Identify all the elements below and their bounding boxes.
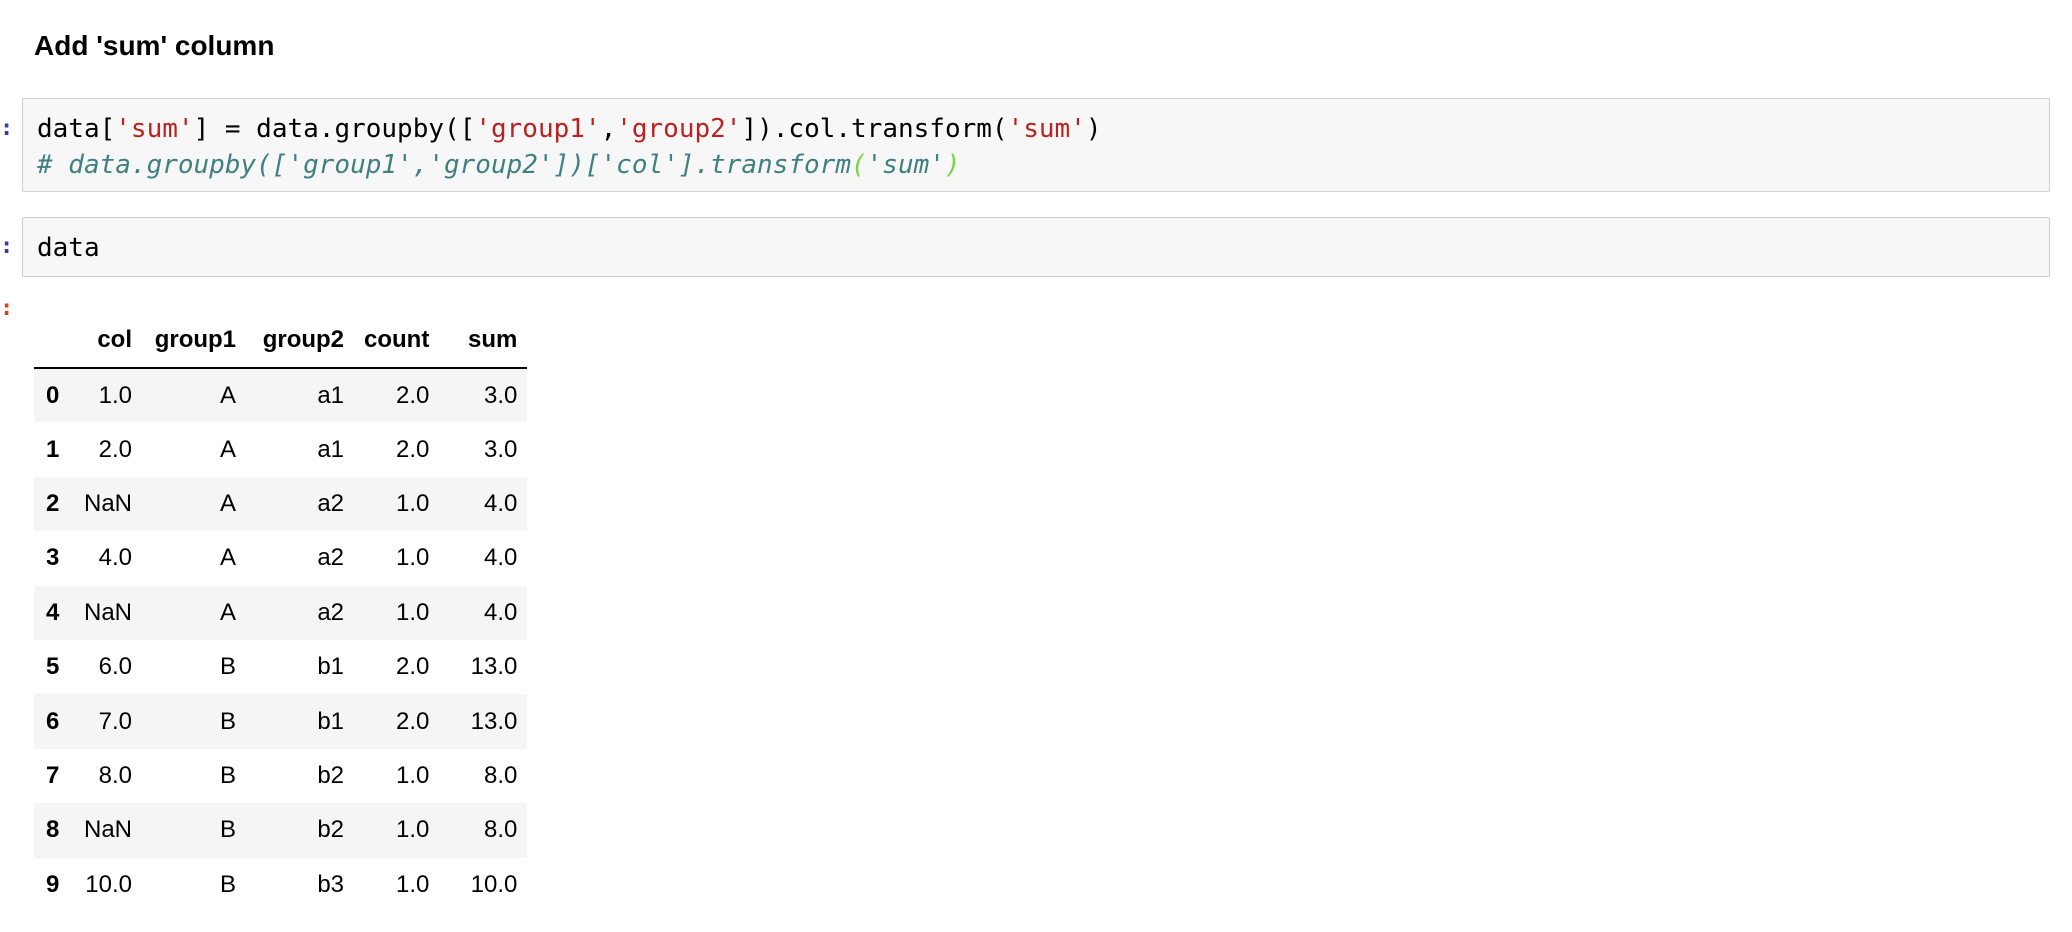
input-prompt-1: : xyxy=(0,116,14,141)
row-index: 8 xyxy=(46,816,60,844)
table-row: 5 6.0 Bb1 2.0 13.0 xyxy=(34,639,528,695)
cell-col: NaN xyxy=(84,489,133,517)
section-heading: Add 'sum' column xyxy=(34,30,275,61)
row-index: 1 xyxy=(46,435,60,463)
cell-sum: 13.0 xyxy=(470,653,518,681)
cell-sum: 3.0 xyxy=(483,381,518,409)
input-prompt-2: : xyxy=(0,234,14,259)
cell-count: 2.0 xyxy=(395,653,430,681)
cell-count: 1.0 xyxy=(395,816,430,844)
cell-sum: 8.0 xyxy=(483,761,518,789)
cell-col: 7.0 xyxy=(98,707,133,735)
cell-group1: A xyxy=(220,598,237,626)
row-index: 0 xyxy=(46,381,60,409)
row-index: 7 xyxy=(46,761,60,789)
cell-group2: b1 xyxy=(317,707,345,735)
header-group2: group2 xyxy=(246,312,355,369)
code-cell-data[interactable]: data xyxy=(22,217,2050,277)
table-row: 0 1.0 Aa1 2.0 3.0 xyxy=(34,368,528,423)
row-index: 9 xyxy=(46,870,60,898)
table-row: 1 2.0 Aa1 2.0 3.0 xyxy=(34,422,528,477)
table-row: 8 NaN Bb2 1.0 8.0 xyxy=(34,803,528,858)
cell-group2: a2 xyxy=(317,598,345,626)
row-index: 2 xyxy=(46,489,60,517)
cell-col: 1.0 xyxy=(98,381,133,409)
cell-count: 2.0 xyxy=(395,381,430,409)
cell-group1: A xyxy=(220,489,237,517)
cell-sum: 4.0 xyxy=(483,544,518,572)
code-line-2-comment: # data.groupby(['group1','group2'])['col… xyxy=(37,150,961,180)
cell-count: 1.0 xyxy=(395,598,430,626)
row-index: 5 xyxy=(46,653,60,681)
table-row: 4 NaN Aa2 1.0 4.0 xyxy=(34,585,528,640)
cell-group2: b3 xyxy=(317,870,345,898)
cell-col: NaN xyxy=(84,816,133,844)
code-line: data xyxy=(37,233,100,263)
cell-sum: 4.0 xyxy=(483,489,518,517)
dataframe-output-table: col group1 group2 count sum 0 1.0 Aa1 2.0 3.… xyxy=(34,312,528,912)
code-line-1: data['sum'] = data.groupby(['group1','gr… xyxy=(37,114,1102,144)
header-col: col xyxy=(74,312,143,369)
cell-group1: B xyxy=(220,761,237,789)
header-index xyxy=(34,312,74,369)
header-group1: group1 xyxy=(142,312,247,369)
cell-count: 2.0 xyxy=(395,435,430,463)
cell-group2: a1 xyxy=(317,435,345,463)
cell-count: 1.0 xyxy=(395,544,430,572)
cell-count: 1.0 xyxy=(395,761,430,789)
cell-group2: b2 xyxy=(317,761,345,789)
cell-col: NaN xyxy=(84,598,133,626)
cell-col: 4.0 xyxy=(98,544,133,572)
cell-count: 2.0 xyxy=(395,707,430,735)
cell-group1: B xyxy=(220,816,237,844)
table-header-row: col group1 group2 count sum xyxy=(34,312,528,369)
cell-group1: B xyxy=(220,653,237,681)
cell-group2: a2 xyxy=(317,544,345,572)
cell-group2: b1 xyxy=(317,653,345,681)
cell-group1: B xyxy=(220,870,237,898)
cell-col: 6.0 xyxy=(98,653,133,681)
cell-sum: 10.0 xyxy=(470,870,518,898)
output-prompt: : xyxy=(0,296,14,321)
code-cell-groupby[interactable]: data['sum'] = data.groupby(['group1','gr… xyxy=(22,98,2050,192)
cell-sum: 13.0 xyxy=(470,707,518,735)
cell-sum: 3.0 xyxy=(483,435,518,463)
cell-group1: B xyxy=(220,707,237,735)
cell-group2: a2 xyxy=(317,489,345,517)
cell-group1: A xyxy=(220,381,237,409)
row-index: 6 xyxy=(46,707,60,735)
table-row: 7 8.0 Bb2 1.0 8.0 xyxy=(34,748,528,804)
cell-group1: A xyxy=(220,544,237,572)
cell-col: 2.0 xyxy=(98,435,133,463)
cell-col: 10.0 xyxy=(85,870,133,898)
header-sum: sum xyxy=(439,312,528,369)
table-row: 3 4.0 Aa2 1.0 4.0 xyxy=(34,531,528,586)
cell-sum: 4.0 xyxy=(483,598,518,626)
row-index: 3 xyxy=(46,544,60,572)
cell-col: 8.0 xyxy=(98,761,133,789)
row-index: 4 xyxy=(46,598,60,626)
cell-count: 1.0 xyxy=(395,489,430,517)
table-row: 2 NaN Aa2 1.0 4.0 xyxy=(34,476,528,532)
table-row: 6 7.0 Bb1 2.0 13.0 xyxy=(34,694,528,749)
cell-count: 1.0 xyxy=(395,870,430,898)
cell-sum: 8.0 xyxy=(483,816,518,844)
header-count: count xyxy=(354,312,440,369)
cell-group1: A xyxy=(220,435,237,463)
table-row: 9 10.0 Bb3 1.0 10.0 xyxy=(34,857,528,912)
cell-group2: b2 xyxy=(317,816,345,844)
cell-group2: a1 xyxy=(317,381,345,409)
